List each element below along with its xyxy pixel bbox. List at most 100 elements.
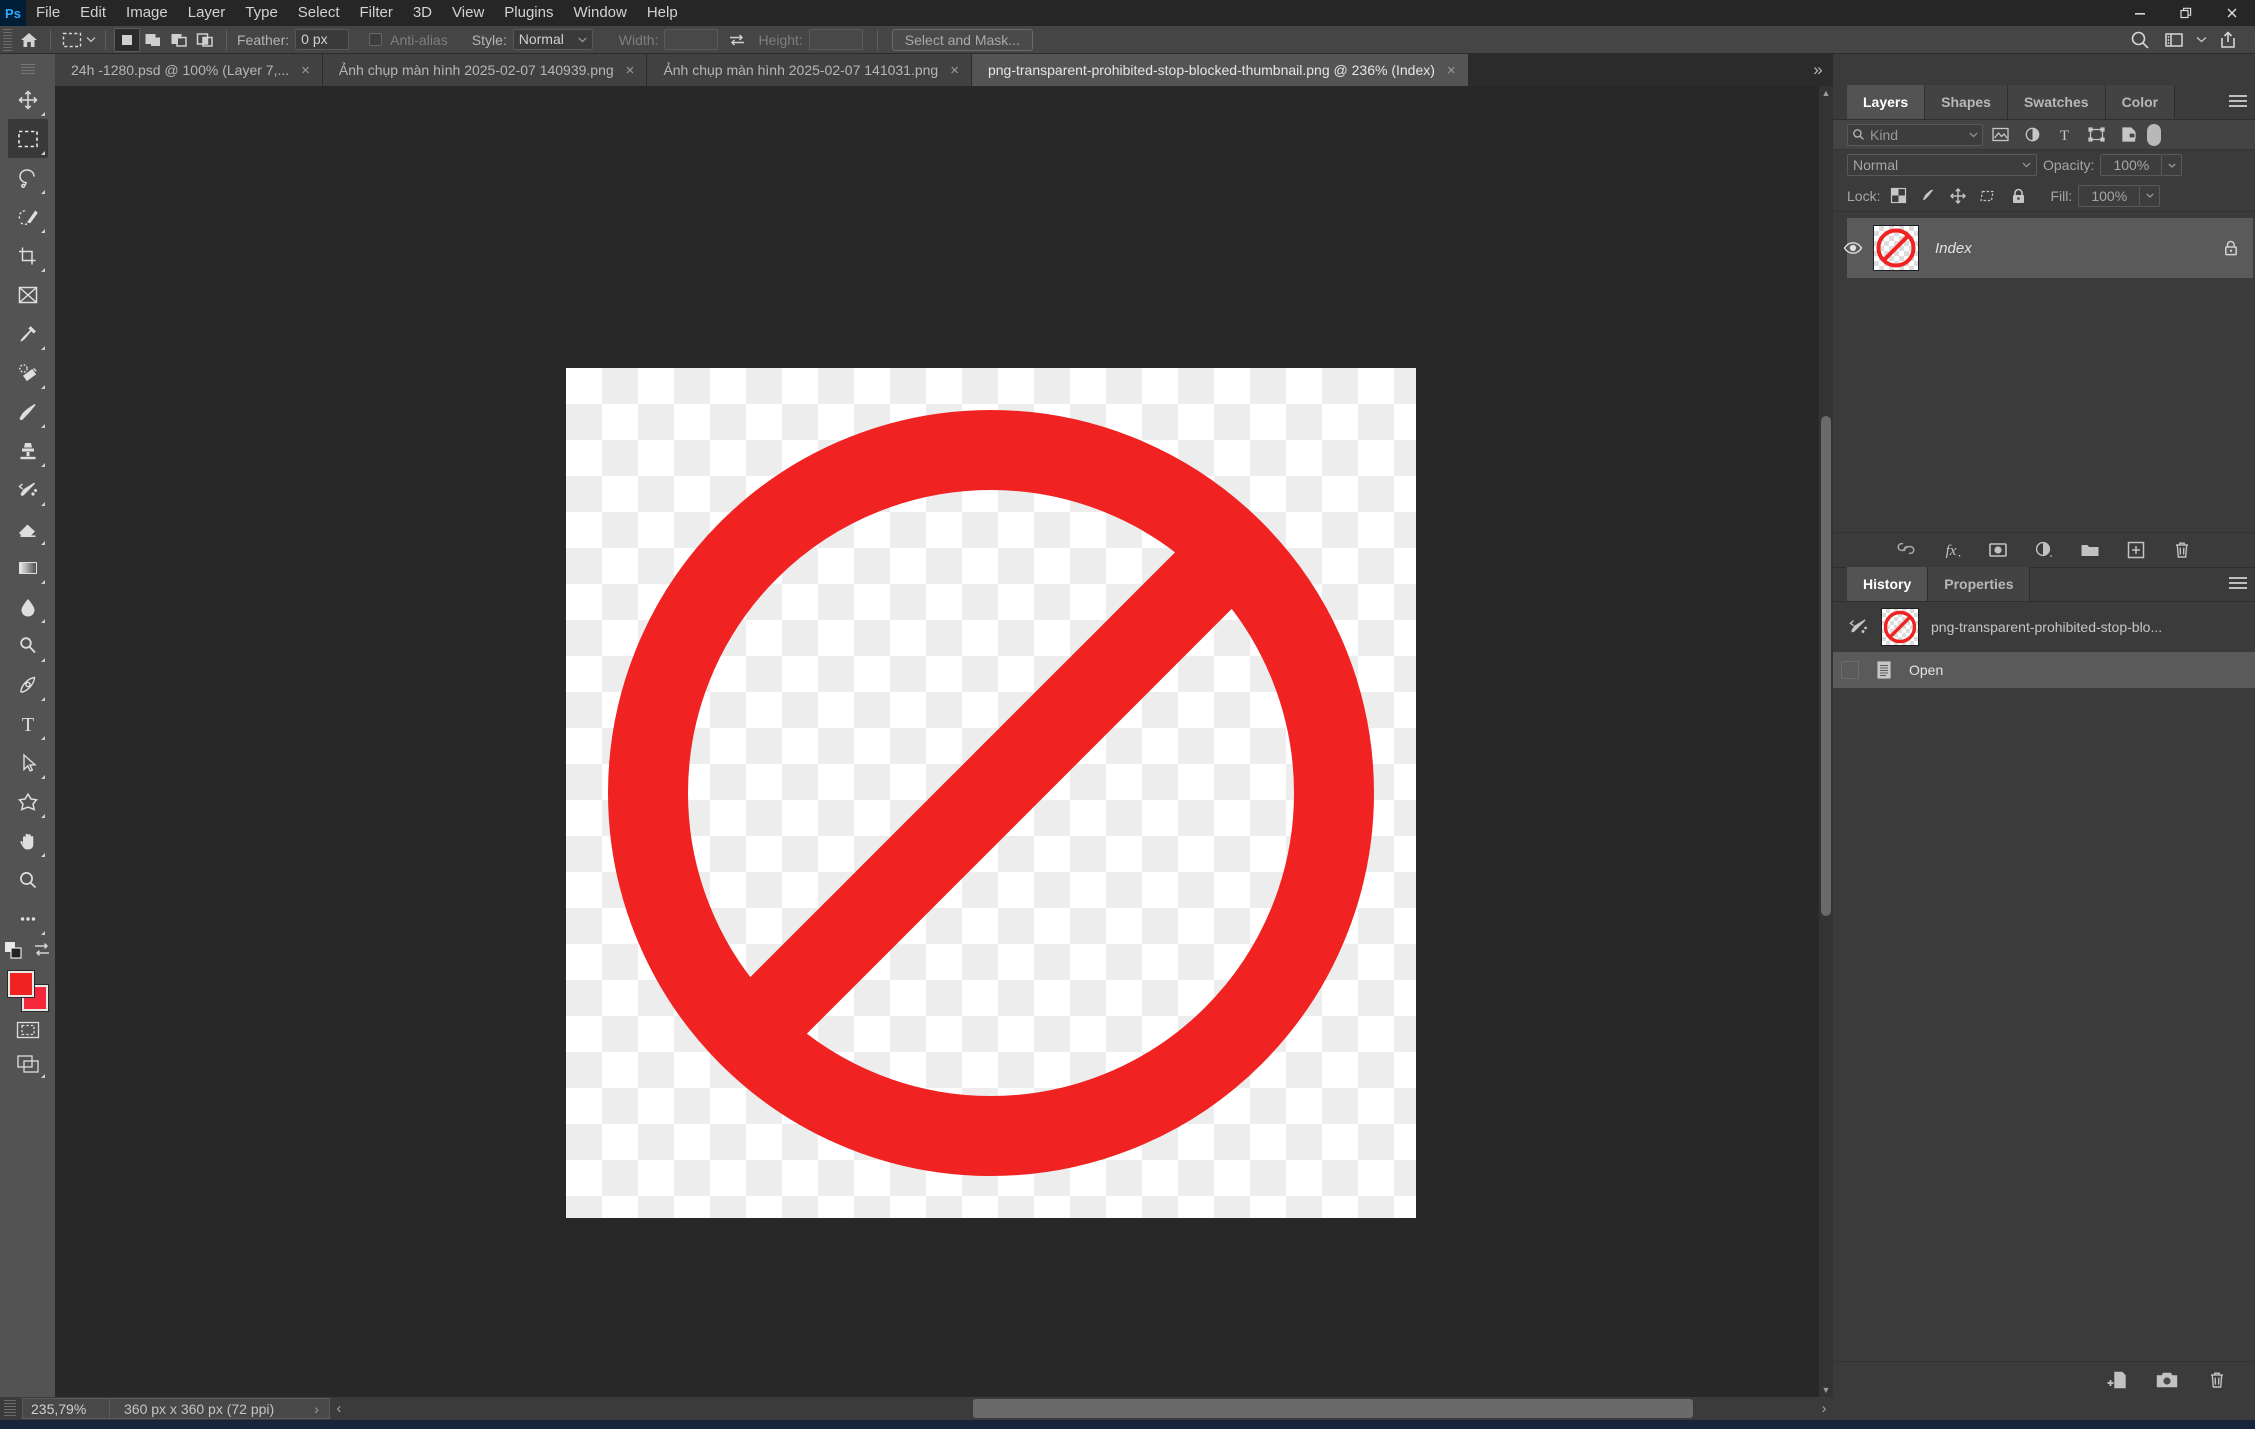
select-and-mask-button[interactable]: Select and Mask... [891,28,1033,51]
tab-history[interactable]: History [1847,567,1929,601]
document-canvas-area[interactable] [55,86,1833,1397]
layer-name[interactable]: Index [1935,240,2219,257]
zoom-tool[interactable] [8,860,48,899]
tools-panel-grip[interactable] [20,64,35,74]
menu-plugins[interactable]: Plugins [494,0,563,26]
document-tab-active[interactable]: png-transparent-prohibited-stop-blocked-… [971,54,1469,86]
create-document-from-state-icon[interactable] [2103,1367,2131,1393]
share-icon[interactable] [2211,27,2245,53]
opacity-input[interactable]: 100% [2100,154,2163,176]
menu-filter[interactable]: Filter [350,0,403,26]
search-icon[interactable] [2123,27,2157,53]
intersect-selection-icon[interactable] [192,28,218,52]
shape-layers-icon[interactable] [2081,123,2111,147]
layer-row-index[interactable]: Index [1843,218,2253,278]
type-layers-icon[interactable]: T [2049,123,2079,147]
subtract-from-selection-icon[interactable] [166,28,192,52]
history-state-row[interactable]: Open [1833,652,2255,688]
quick-mask-icon[interactable] [8,1013,48,1047]
document-tab[interactable]: 24h -1280.psd @ 100% (Layer 7,... × [55,54,323,86]
zoom-level-field[interactable]: 235,79% [22,1398,110,1419]
dodge-tool[interactable] [8,626,48,665]
minimize-icon[interactable] [2117,0,2163,26]
scroll-up-arrow-icon[interactable]: ▲ [1819,86,1833,100]
lock-all-icon[interactable] [2006,184,2030,208]
adjustment-layer-icon[interactable] [2030,537,2058,563]
add-to-selection-icon[interactable] [140,28,166,52]
history-snapshot-row[interactable]: png-transparent-prohibited-stop-blo... [1833,602,2255,652]
scroll-left-arrow-icon[interactable]: ‹ [330,1398,348,1419]
lasso-tool[interactable] [8,158,48,197]
history-state-list[interactable]: png-transparent-prohibited-stop-blo... O… [1833,602,2255,1361]
blend-mode-select[interactable]: Normal [1847,154,2037,176]
edit-toolbar-ellipsis-icon[interactable] [8,899,48,938]
layer-thumbnail[interactable] [1873,225,1919,271]
close-icon[interactable] [2209,0,2255,26]
home-icon[interactable] [16,28,42,52]
tool-preset-picker[interactable] [59,28,97,52]
swap-colors-icon[interactable] [31,940,53,965]
smart-object-icon[interactable] [2113,123,2143,147]
document-tab[interactable]: Ảnh chụp màn hình 2025-02-07 140939.png … [322,54,648,86]
panel-dock-grip[interactable] [1833,86,1842,1397]
menu-select[interactable]: Select [288,0,350,26]
horizontal-scroll-thumb[interactable] [972,1399,1693,1418]
custom-shape-tool[interactable] [8,782,48,821]
eraser-tool[interactable] [8,509,48,548]
type-tool[interactable]: T [8,704,48,743]
tab-layers[interactable]: Layers [1847,85,1926,119]
tab-close-icon[interactable]: × [950,63,959,78]
chevron-down-icon[interactable] [2191,27,2211,53]
frame-tool[interactable] [8,275,48,314]
history-brush-tool[interactable] [8,470,48,509]
hand-tool[interactable] [8,821,48,860]
delete-layer-icon[interactable] [2168,537,2196,563]
move-tool[interactable] [8,80,48,119]
tab-close-icon[interactable]: × [301,63,310,78]
layer-filter-kind-select[interactable]: Kind [1847,123,1983,146]
clone-stamp-tool[interactable] [8,431,48,470]
pen-tool[interactable] [8,665,48,704]
tab-color[interactable]: Color [2105,85,2176,119]
brush-tool[interactable] [8,392,48,431]
menu-help[interactable]: Help [637,0,688,26]
anti-alias-checkbox[interactable] [369,33,383,46]
default-colors-icon[interactable] [3,940,25,965]
history-snapshot-thumbnail[interactable] [1881,608,1919,646]
menu-window[interactable]: Window [563,0,636,26]
rectangular-marquee-tool[interactable] [7,119,48,158]
swap-arrows-icon[interactable] [724,28,750,52]
canvas-horizontal-scrollbar[interactable] [347,1397,1815,1420]
new-selection-icon[interactable] [114,27,140,52]
layer-mask-icon[interactable] [1984,537,2012,563]
tab-close-icon[interactable]: × [626,63,635,78]
create-snapshot-icon[interactable] [2153,1367,2181,1393]
menu-file[interactable]: File [26,0,70,26]
menu-type[interactable]: Type [235,0,288,26]
object-selection-tool[interactable] [8,197,48,236]
new-layer-icon[interactable] [2122,537,2150,563]
tab-overflow-icon[interactable]: » [1803,54,1833,86]
tab-close-icon[interactable]: × [1447,63,1456,78]
menu-image[interactable]: Image [116,0,178,26]
eyedropper-tool[interactable] [8,314,48,353]
document-dimensions-info[interactable]: 360 px x 360 px (72 ppi) › [110,1398,330,1419]
menu-view[interactable]: View [442,0,494,26]
delete-state-icon[interactable] [2203,1367,2231,1393]
lock-artboard-icon[interactable] [1976,184,2000,208]
doc-info-expand-icon[interactable]: › [314,1401,319,1417]
filter-enable-toggle[interactable] [2147,123,2161,146]
crop-tool[interactable] [8,236,48,275]
menu-edit[interactable]: Edit [70,0,116,26]
panel-menu-icon[interactable] [2229,95,2247,109]
document-tab[interactable]: Ảnh chụp màn hình 2025-02-07 141031.png … [647,54,972,86]
tab-swatches[interactable]: Swatches [2007,85,2106,119]
menu-3d[interactable]: 3D [403,0,442,26]
tab-shapes[interactable]: Shapes [1925,85,2008,119]
foreground-color-swatch[interactable] [7,971,34,997]
link-layers-icon[interactable] [1892,537,1920,563]
screen-mode-icon[interactable] [8,1047,48,1081]
chevron-down-icon[interactable] [85,28,97,52]
vertical-scroll-thumb[interactable] [1821,416,1831,916]
lock-transparent-pixels-icon[interactable] [1886,184,1910,208]
